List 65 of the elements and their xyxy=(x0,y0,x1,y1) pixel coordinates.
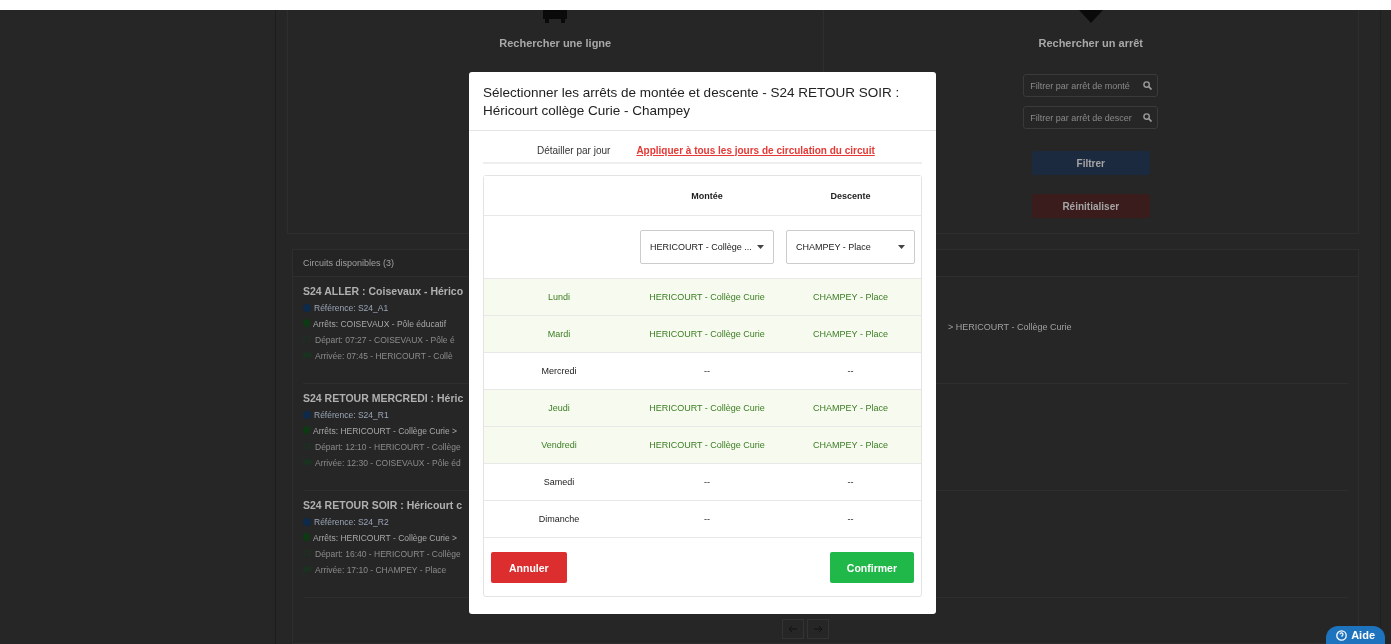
circuit-stops: > HERICOURT - Collège Curie xyxy=(948,322,1072,334)
previous-page-button[interactable] xyxy=(782,619,804,639)
circuit-arrival: Arrivée: 17:10 - CHAMPEY - Place xyxy=(315,564,447,575)
stop-select[interactable]: CHAMPEY - Place xyxy=(786,230,915,264)
table-cell-text: -- xyxy=(703,477,711,487)
table-cell-text: -- xyxy=(703,514,711,524)
mode-option[interactable]: Détailler par jour xyxy=(537,145,611,156)
panel-title: Rechercher une ligne xyxy=(499,37,612,49)
circuit-stops: Arrêts: HERICOURT - Collège Curie > xyxy=(313,532,457,543)
info-icon xyxy=(303,517,311,526)
day-cell-text: Mercredi xyxy=(540,366,578,376)
mode-link[interactable]: Appliquer à tous les jours de circulation du circuit xyxy=(636,145,875,156)
table-cell-text: -- xyxy=(846,477,855,487)
circuit-arrival: Arrivée: 12:30 - COISEVAUX - Pôle éd xyxy=(315,457,461,468)
circuit-reference: Référence: S24_A1 xyxy=(314,302,389,313)
help-button[interactable]: Aide xyxy=(1326,626,1385,644)
table-cell-text: CHAMPEY - Place xyxy=(812,292,889,302)
triangle-icon xyxy=(1078,10,1103,23)
circuit-title: S24 RETOUR SOIR : Héricourt c xyxy=(303,499,464,511)
table-cell-text: -- xyxy=(846,366,855,376)
info-icon xyxy=(303,410,311,419)
table-cell-text: HERICOURT - Collège Curie xyxy=(648,292,766,302)
cancel-button[interactable]: Annuler xyxy=(491,552,567,583)
circuit-departure: Départ: 07:27 - COISEVAUX - Pôle é xyxy=(315,334,455,345)
circuit-stops: Arrêts: HERICOURT - Collège Curie > xyxy=(313,425,457,436)
day-cell-text: Vendredi xyxy=(540,440,578,450)
search-icon xyxy=(1143,113,1153,122)
day-cell-text: Dimanche xyxy=(537,514,581,524)
table-cell-text: HERICOURT - Collège Curie xyxy=(648,329,766,339)
circuit-departure: Départ: 16:40 - HERICOURT - Collège xyxy=(315,548,461,559)
map-pin-icon xyxy=(303,533,310,542)
map-pin-icon xyxy=(303,319,310,328)
table-cell-text: CHAMPEY - Place xyxy=(812,329,889,339)
circuit-arrival: Arrivée: 07:45 - HERICOURT - Collè xyxy=(315,350,453,361)
circuit-departure: Départ: 12:10 - HERICOURT - Collège xyxy=(315,441,461,452)
table-cell-text: CHAMPEY - Place xyxy=(812,440,889,450)
info-icon xyxy=(303,303,311,312)
search-field[interactable]: Filtrer par arrêt de descer xyxy=(1023,106,1159,129)
table-cell-text: CHAMPEY - Place xyxy=(812,403,889,413)
circuit-reference: Référence: S24_R2 xyxy=(314,516,389,527)
search-field[interactable]: Filtrer par arrêt de monté xyxy=(1023,74,1159,97)
filter-button[interactable]: Filtrer xyxy=(1031,151,1150,175)
reset-button[interactable]: Réinitialiser xyxy=(1031,194,1150,218)
stop-select[interactable]: HERICOURT - Collège ... xyxy=(640,230,774,264)
map-pin-icon xyxy=(303,426,310,435)
table-cell-text: HERICOURT - Collège Curie xyxy=(648,440,766,450)
bus-icon xyxy=(542,10,569,23)
day-cell-text: Mardi xyxy=(546,329,572,339)
circuit-title: S24 ALLER : Coisevaux - Hérico xyxy=(303,285,465,297)
panel-title: Rechercher un arrêt xyxy=(1038,37,1143,49)
day-cell-text: Samedi xyxy=(542,477,576,487)
circuit-title: S24 RETOUR MERCREDI : Héric xyxy=(303,392,465,404)
table-cell-text: -- xyxy=(846,514,855,524)
search-icon xyxy=(1143,81,1153,90)
table-cell-text: -- xyxy=(703,366,711,376)
column-header: Descente xyxy=(829,190,872,201)
modal-title: Sélectionner les arrêts de montée et descente - S24 RETOUR SOIR : Héricourt collège Curie - Champey xyxy=(469,72,936,131)
table-cell-text: HERICOURT - Collège Curie xyxy=(648,403,766,413)
day-cell-text: Jeudi xyxy=(547,403,571,413)
next-page-button[interactable] xyxy=(807,619,829,639)
day-cell-text: Lundi xyxy=(547,292,571,302)
circuit-stops: Arrêts: COISEVAUX - Pôle éducatif xyxy=(313,318,447,329)
column-header: Montée xyxy=(690,190,724,201)
question-icon xyxy=(1336,629,1348,641)
circuit-reference: Référence: S24_R1 xyxy=(314,409,389,420)
